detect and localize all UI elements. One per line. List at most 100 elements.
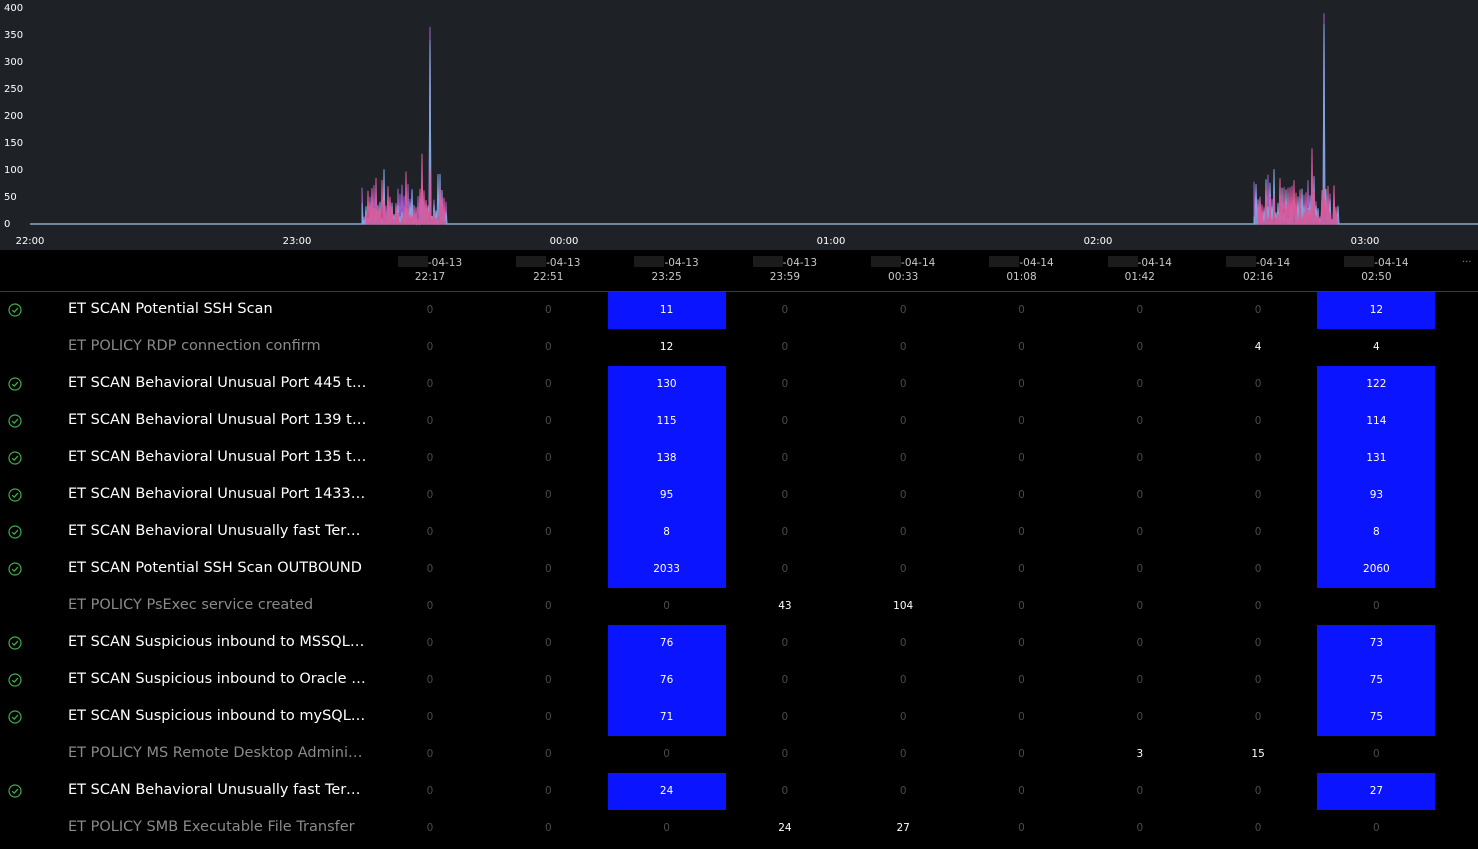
count-cell[interactable]: 11: [607, 292, 726, 329]
alert-signature-label[interactable]: ET POLICY SMB Executable File Transfer: [68, 810, 368, 847]
count-cell[interactable]: 0: [844, 662, 962, 699]
count-cell[interactable]: 0: [726, 477, 844, 514]
count-cell[interactable]: 0: [489, 477, 607, 514]
count-cell[interactable]: 0: [1199, 773, 1317, 810]
alert-signature-label[interactable]: ET POLICY RDP connection confirm: [68, 329, 368, 366]
alert-row[interactable]: ET SCAN Behavioral Unusually fast Termi……: [0, 773, 1478, 810]
count-cell[interactable]: 0: [1199, 625, 1317, 662]
count-cell[interactable]: 0: [371, 514, 489, 551]
alert-row[interactable]: ET SCAN Behavioral Unusual Port 135 tr… 0…: [0, 440, 1478, 477]
count-cell[interactable]: 0: [726, 551, 844, 588]
count-cell[interactable]: 4: [1199, 329, 1317, 366]
alert-row[interactable]: ET POLICY MS Remote Desktop Administ… 0 0 0…: [0, 736, 1478, 773]
count-cell[interactable]: 0: [608, 736, 726, 773]
count-cell[interactable]: 0: [844, 403, 962, 440]
count-cell[interactable]: 0: [726, 773, 844, 810]
count-cell[interactable]: 43: [726, 588, 844, 625]
alert-row[interactable]: ET POLICY PsExec service created 0 0 0 43 104…: [0, 588, 1478, 625]
alert-row[interactable]: ET SCAN Potential SSH Scan 0 0 11 0 0 0 0 0 12: [0, 292, 1478, 329]
count-cell[interactable]: 76: [607, 625, 726, 662]
count-cell[interactable]: 27: [844, 810, 962, 847]
count-cell[interactable]: 2060: [1317, 551, 1436, 588]
count-cell[interactable]: 0: [1199, 403, 1317, 440]
count-cell[interactable]: 0: [1199, 440, 1317, 477]
count-cell[interactable]: 73: [1317, 625, 1436, 662]
count-cell[interactable]: 0: [1317, 588, 1435, 625]
alert-row[interactable]: ET SCAN Behavioral Unusually fast Termi……: [0, 514, 1478, 551]
count-cell[interactable]: 75: [1317, 699, 1436, 736]
count-cell[interactable]: 0: [371, 329, 489, 366]
count-cell[interactable]: 0: [726, 403, 844, 440]
count-cell[interactable]: 0: [489, 366, 607, 403]
more-columns-indicator[interactable]: ...: [1462, 254, 1472, 265]
count-cell[interactable]: 4: [1317, 329, 1435, 366]
count-cell[interactable]: 0: [371, 699, 489, 736]
count-cell[interactable]: 0: [608, 588, 726, 625]
count-cell[interactable]: 2033: [607, 551, 726, 588]
count-cell[interactable]: 0: [1081, 551, 1199, 588]
count-cell[interactable]: 0: [489, 662, 607, 699]
alert-signature-label[interactable]: ET SCAN Suspicious inbound to MSSQL p…: [68, 625, 368, 662]
count-cell[interactable]: 0: [963, 773, 1081, 810]
count-cell[interactable]: 115: [607, 403, 726, 440]
count-cell[interactable]: 0: [844, 366, 962, 403]
alert-signature-label[interactable]: ET SCAN Behavioral Unusual Port 135 tr…: [68, 440, 368, 477]
count-cell[interactable]: 0: [963, 514, 1081, 551]
count-cell[interactable]: 0: [1317, 736, 1435, 773]
count-cell[interactable]: 0: [726, 292, 844, 329]
count-cell[interactable]: 75: [1317, 662, 1436, 699]
count-cell[interactable]: 0: [844, 514, 962, 551]
count-cell[interactable]: 0: [726, 514, 844, 551]
count-cell[interactable]: 93: [1317, 477, 1436, 514]
count-cell[interactable]: 0: [489, 551, 607, 588]
count-cell[interactable]: 15: [1199, 736, 1317, 773]
count-cell[interactable]: 0: [963, 477, 1081, 514]
count-cell[interactable]: 0: [1081, 292, 1199, 329]
count-cell[interactable]: 114: [1317, 403, 1436, 440]
count-cell[interactable]: 0: [963, 292, 1081, 329]
count-cell[interactable]: 71: [607, 699, 726, 736]
count-cell[interactable]: 0: [371, 477, 489, 514]
count-cell[interactable]: 0: [1317, 810, 1435, 847]
count-cell[interactable]: 0: [844, 699, 962, 736]
count-cell[interactable]: 0: [726, 366, 844, 403]
count-cell[interactable]: 0: [963, 403, 1081, 440]
count-cell[interactable]: 0: [1081, 699, 1199, 736]
alert-signature-label[interactable]: ET SCAN Suspicious inbound to mySQL …: [68, 699, 368, 736]
count-cell[interactable]: 0: [726, 699, 844, 736]
count-cell[interactable]: 0: [371, 366, 489, 403]
count-cell[interactable]: 0: [371, 588, 489, 625]
count-cell[interactable]: 0: [726, 736, 844, 773]
count-cell[interactable]: 0: [1199, 551, 1317, 588]
alert-signature-label[interactable]: ET SCAN Suspicious inbound to Oracle S…: [68, 662, 368, 699]
alert-signature-label[interactable]: ET SCAN Potential SSH Scan: [68, 292, 368, 329]
count-cell[interactable]: 8: [1317, 514, 1436, 551]
alert-signature-label[interactable]: ET SCAN Behavioral Unusually fast Termi…: [68, 773, 368, 810]
count-cell[interactable]: 0: [608, 810, 726, 847]
count-cell[interactable]: 0: [1081, 588, 1199, 625]
time-column-label[interactable]: -04-13 22:17: [371, 256, 489, 284]
alert-row[interactable]: ET POLICY SMB Executable File Transfer 0 0…: [0, 810, 1478, 847]
count-cell[interactable]: 0: [371, 773, 489, 810]
count-cell[interactable]: 24: [607, 773, 726, 810]
count-cell[interactable]: 0: [963, 736, 1081, 773]
count-cell[interactable]: 0: [844, 477, 962, 514]
count-cell[interactable]: 0: [726, 662, 844, 699]
alert-signature-label[interactable]: ET SCAN Behavioral Unusual Port 445 tr…: [68, 366, 368, 403]
count-cell[interactable]: 0: [489, 810, 607, 847]
count-cell[interactable]: 0: [1081, 403, 1199, 440]
time-column-label[interactable]: -04-13 23:25: [608, 256, 726, 284]
count-cell[interactable]: 0: [963, 440, 1081, 477]
count-cell[interactable]: 131: [1317, 440, 1436, 477]
time-column-label[interactable]: -04-13 22:51: [489, 256, 607, 284]
count-cell[interactable]: 0: [371, 810, 489, 847]
count-cell[interactable]: 0: [489, 329, 607, 366]
time-column-label[interactable]: -04-14 02:50: [1317, 256, 1435, 284]
count-cell[interactable]: 0: [1081, 440, 1199, 477]
time-column-label[interactable]: -04-14 02:16: [1199, 256, 1317, 284]
count-cell[interactable]: 0: [1199, 366, 1317, 403]
count-cell[interactable]: 0: [1081, 477, 1199, 514]
alert-row[interactable]: ET POLICY RDP connection confirm 0 0 12 0 0 0 0…: [0, 329, 1478, 366]
count-cell[interactable]: 0: [1199, 662, 1317, 699]
count-cell[interactable]: 0: [963, 366, 1081, 403]
